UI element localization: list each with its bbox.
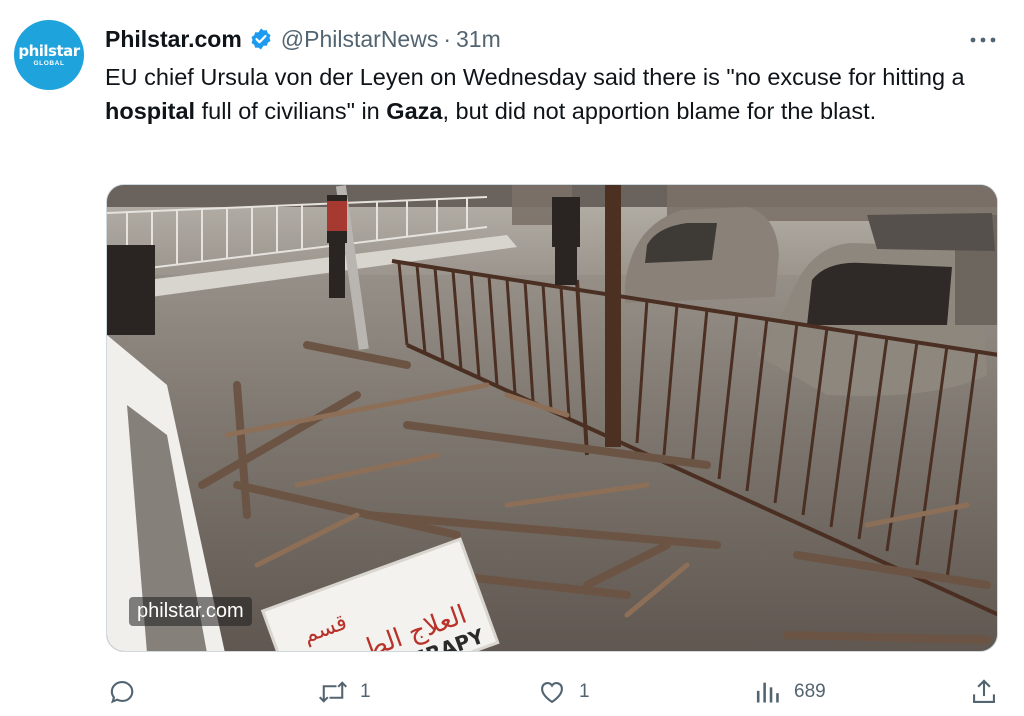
photo-scene: قسم العلاج الطبيعي ERAPY (107, 185, 997, 651)
more-options-icon[interactable] (964, 28, 1002, 52)
views-count: 689 (794, 681, 826, 702)
display-name[interactable]: Philstar.com (105, 26, 242, 53)
timestamp[interactable]: 31m (456, 26, 501, 53)
tweet-text-part2: full of civilians" in (195, 98, 387, 124)
tweet-text: EU chief Ursula von der Leyen on Wednesd… (105, 60, 1000, 128)
views-icon (756, 682, 779, 703)
tweet-bold-hospital: hospital (105, 98, 196, 124)
share-button[interactable] (970, 678, 998, 706)
views-button[interactable]: 689 (754, 678, 826, 706)
avatar-sub-text: GLOBAL (33, 59, 65, 67)
retweet-button[interactable]: 1 (318, 678, 371, 706)
tweet-text-part3: , but did not apportion blame for the bl… (442, 98, 877, 124)
handle[interactable]: @PhilstarNews (281, 26, 439, 53)
reply-icon (110, 681, 134, 704)
retweet-count: 1 (360, 681, 371, 702)
like-count: 1 (579, 681, 590, 702)
like-button[interactable]: 1 (537, 678, 590, 706)
action-bar: 1 1 689 (0, 672, 1024, 716)
separator-dot: · (443, 25, 452, 52)
photo-watermark: philstar.com (129, 597, 252, 626)
tweet-photo[interactable]: قسم العلاج الطبيعي ERAPY philstar.com (106, 184, 998, 652)
retweet-icon (318, 681, 348, 703)
verified-badge-icon (251, 28, 271, 50)
avatar[interactable]: philstar GLOBAL (14, 20, 84, 90)
reply-button[interactable] (108, 678, 148, 706)
avatar-brand-text: philstar (18, 41, 80, 60)
tweet[interactable]: philstar GLOBAL Philstar.com @PhilstarNe… (0, 0, 1024, 716)
share-icon (973, 679, 995, 703)
tweet-header: Philstar.com @PhilstarNews · 31m (105, 24, 501, 54)
tweet-text-part1: EU chief Ursula von der Leyen on Wednesd… (105, 64, 965, 90)
tweet-bold-gaza: Gaza (386, 98, 443, 124)
like-icon (541, 681, 563, 704)
